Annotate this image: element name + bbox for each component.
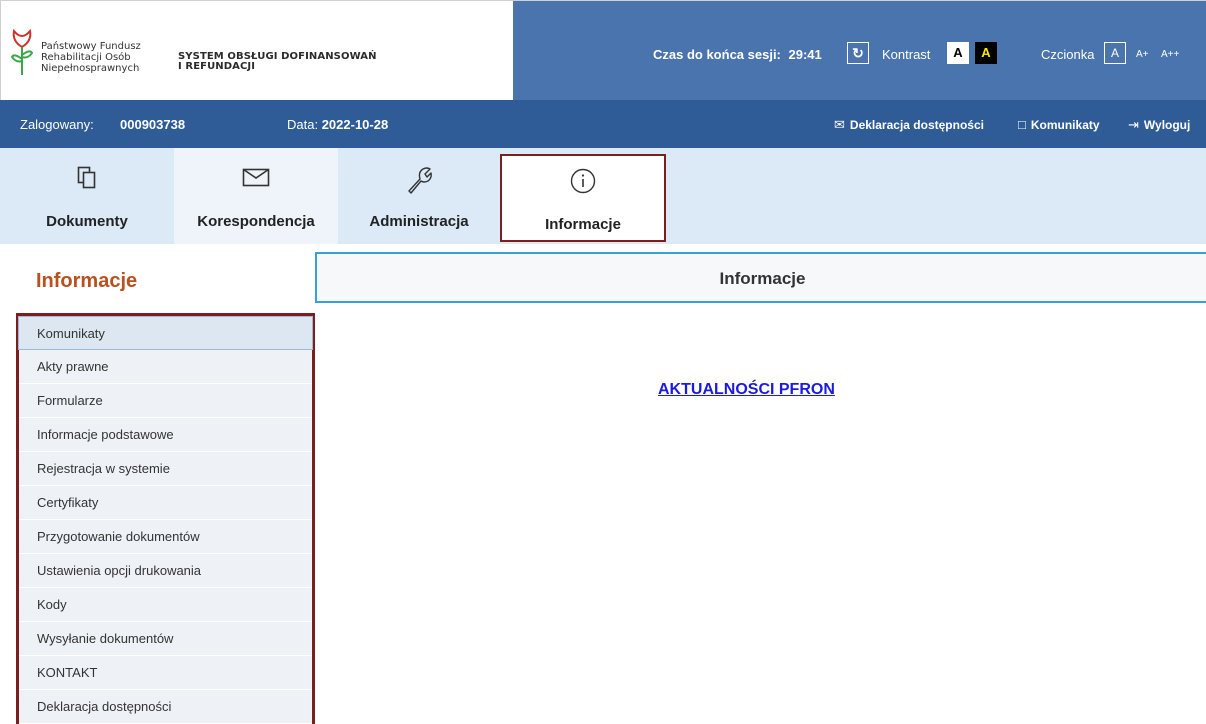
sidebar-item-certyfikaty[interactable]: Certyfikaty (19, 486, 312, 520)
logged-in-user-id: 000903738 (120, 117, 186, 132)
envelope-icon (242, 168, 270, 187)
logo-line-2: Rehabilitacji Osób (41, 52, 131, 63)
font-large-button[interactable]: A+ (1136, 49, 1149, 60)
logout-label: Wyloguj (1143, 118, 1191, 132)
tab-dokumenty-label: Dokumenty (46, 213, 128, 230)
accessibility-declaration-link[interactable]: ✉ Deklaracja dostępności (834, 117, 984, 133)
sidebar-item-formularze[interactable]: Formularze (19, 384, 312, 418)
sidebar-item-ustawienia-drukowania[interactable]: Ustawienia opcji drukowania (19, 554, 312, 588)
page: Państwowy Fundusz Rehabilitacji Osób Nie… (0, 0, 1206, 724)
envelope-open-icon: ✉ (834, 117, 845, 132)
tab-korespondencja[interactable]: Korespondencja (174, 148, 338, 244)
page-title: Informacje (719, 269, 806, 288)
logged-in-label: Zalogowany: (20, 117, 94, 132)
info-icon (570, 168, 596, 194)
sidebar-item-deklaracja-dostepnosci[interactable]: Deklaracja dostępności (19, 690, 312, 724)
news-link[interactable]: AKTUALNOŚCI PFRON (658, 381, 835, 399)
header-controls: Czas do końca sesji: 29:41 ↻ Kontrast A … (513, 1, 1206, 101)
sidebar-menu: Komunikaty Akty prawne Formularze Inform… (16, 313, 315, 724)
logo-line-1: Państwowy Fundusz (41, 41, 141, 52)
tab-administracja[interactable]: Administracja (338, 148, 500, 244)
contrast-high-button[interactable]: A (975, 42, 997, 64)
session-timer-value: 29:41 (788, 47, 822, 62)
font-normal-button[interactable]: A (1104, 42, 1126, 64)
contrast-label: Kontrast (882, 47, 931, 62)
date-value: 2022-10-28 (321, 117, 389, 132)
bell-icon: □ (1018, 117, 1026, 132)
tab-dokumenty[interactable]: Dokumenty (0, 148, 174, 244)
sidebar-item-komunikaty[interactable]: Komunikaty (18, 316, 313, 350)
sidebar-item-wysylanie-dokumentow[interactable]: Wysyłanie dokumentów (19, 622, 312, 656)
tab-informacje-label: Informacje (545, 216, 621, 233)
wrench-icon (408, 167, 432, 194)
sidebar-heading: Informacje (36, 270, 138, 292)
logout-link[interactable]: ⇥ Wyloguj (1128, 117, 1190, 133)
session-timer-label: Czas do końca sesji: (653, 47, 781, 62)
sidebar-item-kontakt[interactable]: KONTAKT (19, 656, 312, 690)
messages-label: Komunikaty (1030, 118, 1100, 132)
accessibility-declaration-label: Deklaracja dostępności (849, 118, 984, 132)
main-tabs: Dokumenty Korespondencja Administracja I… (0, 148, 1206, 244)
refresh-icon: ↻ (852, 45, 864, 61)
sidebar-item-przygotowanie-dokumentow[interactable]: Przygotowanie dokumentów (19, 520, 312, 554)
logout-icon: ⇥ (1128, 117, 1139, 132)
main-heading-box: Informacje (315, 252, 1206, 303)
system-title-line-2: I REFUNDACJI (178, 61, 256, 72)
tab-korespondencja-label: Korespondencja (197, 213, 315, 230)
logo-line-3: Niepełnosprawnych (41, 63, 140, 74)
system-title: SYSTEM OBSŁUGI DOFINANSOWAŃ I REFUNDACJI (178, 52, 377, 72)
documents-icon (77, 166, 96, 189)
top-header: Państwowy Fundusz Rehabilitacji Osób Nie… (0, 0, 1206, 101)
font-xlarge-button[interactable]: A++ (1161, 49, 1179, 60)
sidebar-item-kody[interactable]: Kody (19, 588, 312, 622)
font-size-label: Czcionka (1041, 47, 1095, 62)
logo-text: Państwowy Fundusz Rehabilitacji Osób Nie… (41, 41, 141, 74)
messages-link[interactable]: □ Komunikaty (1018, 117, 1100, 132)
pfron-logo-icon (10, 28, 34, 75)
tab-administracja-label: Administracja (369, 213, 469, 230)
tab-informacje[interactable]: Informacje (500, 154, 666, 242)
user-info-bar: Zalogowany: 000903738 Data: 2022-10-28 ✉… (0, 100, 1206, 148)
sidebar-item-rejestracja[interactable]: Rejestracja w systemie (19, 452, 312, 486)
date-label: Data: (287, 117, 319, 132)
sidebar-item-akty-prawne[interactable]: Akty prawne (19, 350, 312, 384)
logo-area[interactable]: Państwowy Fundusz Rehabilitacji Osób Nie… (1, 1, 513, 101)
refresh-session-button[interactable]: ↻ (847, 42, 869, 64)
session-timer: Czas do końca sesji: 29:41 (653, 47, 822, 62)
sidebar-item-informacje-podstawowe[interactable]: Informacje podstawowe (19, 418, 312, 452)
date-display: Data: 2022-10-28 (287, 117, 388, 132)
contrast-normal-button[interactable]: A (947, 42, 969, 64)
